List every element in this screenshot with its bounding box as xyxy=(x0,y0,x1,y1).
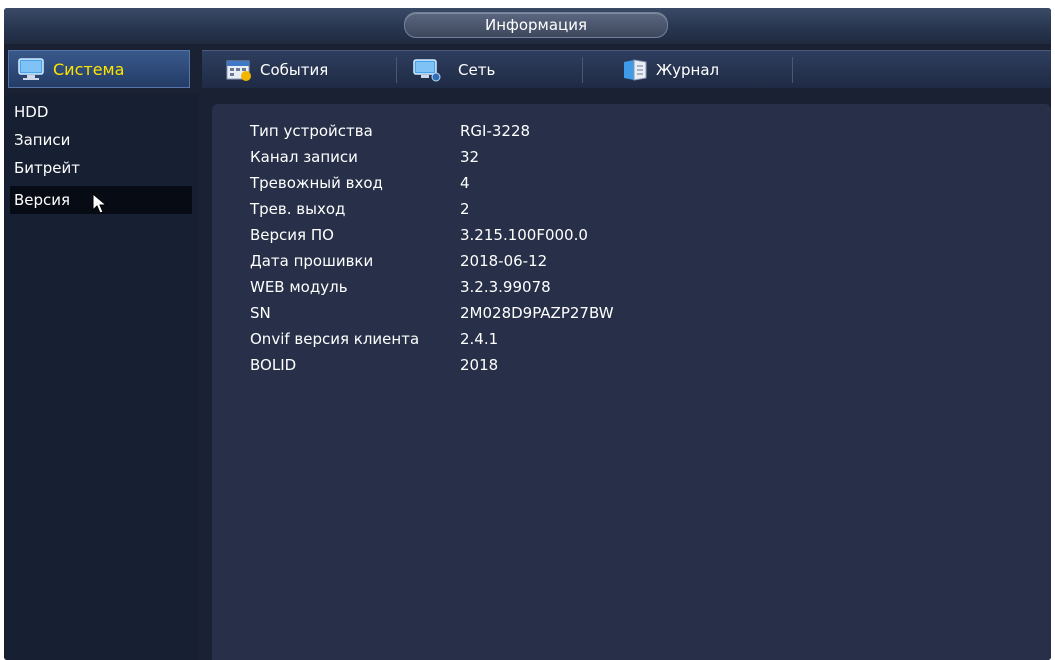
tab-events-label: События xyxy=(260,60,329,79)
sidebar-item-records[interactable]: Записи xyxy=(10,126,192,154)
info-value: 2M028D9PAZP27BW xyxy=(460,304,614,322)
sidebar-item-bitrate[interactable]: Битрейт xyxy=(10,154,192,182)
info-value: 4 xyxy=(460,174,470,192)
sidebar: HDD Записи Битрейт Версия xyxy=(4,94,199,660)
info-value: 2 xyxy=(460,200,470,218)
info-label: Канал записи xyxy=(250,148,358,166)
info-value: 3.2.3.99078 xyxy=(460,278,551,296)
mouse-cursor-icon xyxy=(92,192,108,219)
tab-strip: События Сеть Журнал xyxy=(202,50,1051,88)
info-panel: Тип устройства RGI-3228 Канал записи 32 … xyxy=(212,104,1051,660)
tab-journal[interactable]: Журнал xyxy=(620,51,719,88)
info-window: Информация Система События Сеть Журнал H… xyxy=(4,8,1051,660)
logbook-icon xyxy=(620,58,650,82)
network-monitor-icon xyxy=(412,58,442,82)
tab-divider xyxy=(582,57,583,83)
tab-network-label: Сеть xyxy=(458,60,496,79)
info-label: Onvif версия клиента xyxy=(250,330,420,348)
info-label: Дата прошивки xyxy=(250,252,374,270)
monitor-icon xyxy=(17,57,47,81)
tab-system-label: Система xyxy=(53,59,125,79)
info-label: BOLID xyxy=(250,356,297,374)
info-value: 3.215.100F000.0 xyxy=(460,226,588,244)
title-bar: Информация xyxy=(4,8,1051,44)
info-value: 2018 xyxy=(460,356,499,374)
tab-network[interactable]: Сеть xyxy=(412,51,495,88)
window-title: Информация xyxy=(404,12,668,38)
info-value: RGI-3228 xyxy=(460,122,531,140)
calendar-alarm-icon xyxy=(224,58,254,82)
info-value: 2018-06-12 xyxy=(460,252,548,270)
sidebar-item-hdd[interactable]: HDD xyxy=(10,98,192,126)
info-label: WEB модуль xyxy=(250,278,348,296)
tab-events[interactable]: События xyxy=(224,51,328,88)
info-label: Тревожный вход xyxy=(250,174,383,192)
tab-system[interactable]: Система xyxy=(8,50,190,88)
info-label: Тип устройства xyxy=(250,122,373,140)
tab-divider xyxy=(792,57,793,83)
info-label: SN xyxy=(250,304,271,322)
info-label: Трев. выход xyxy=(250,200,346,218)
tab-bar: Система События Сеть Журнал xyxy=(4,50,1051,88)
info-value: 32 xyxy=(460,148,480,166)
info-label: Версия ПО xyxy=(250,226,334,244)
tab-divider xyxy=(396,57,397,83)
tab-journal-label: Журнал xyxy=(656,60,720,79)
info-value: 2.4.1 xyxy=(460,330,499,348)
